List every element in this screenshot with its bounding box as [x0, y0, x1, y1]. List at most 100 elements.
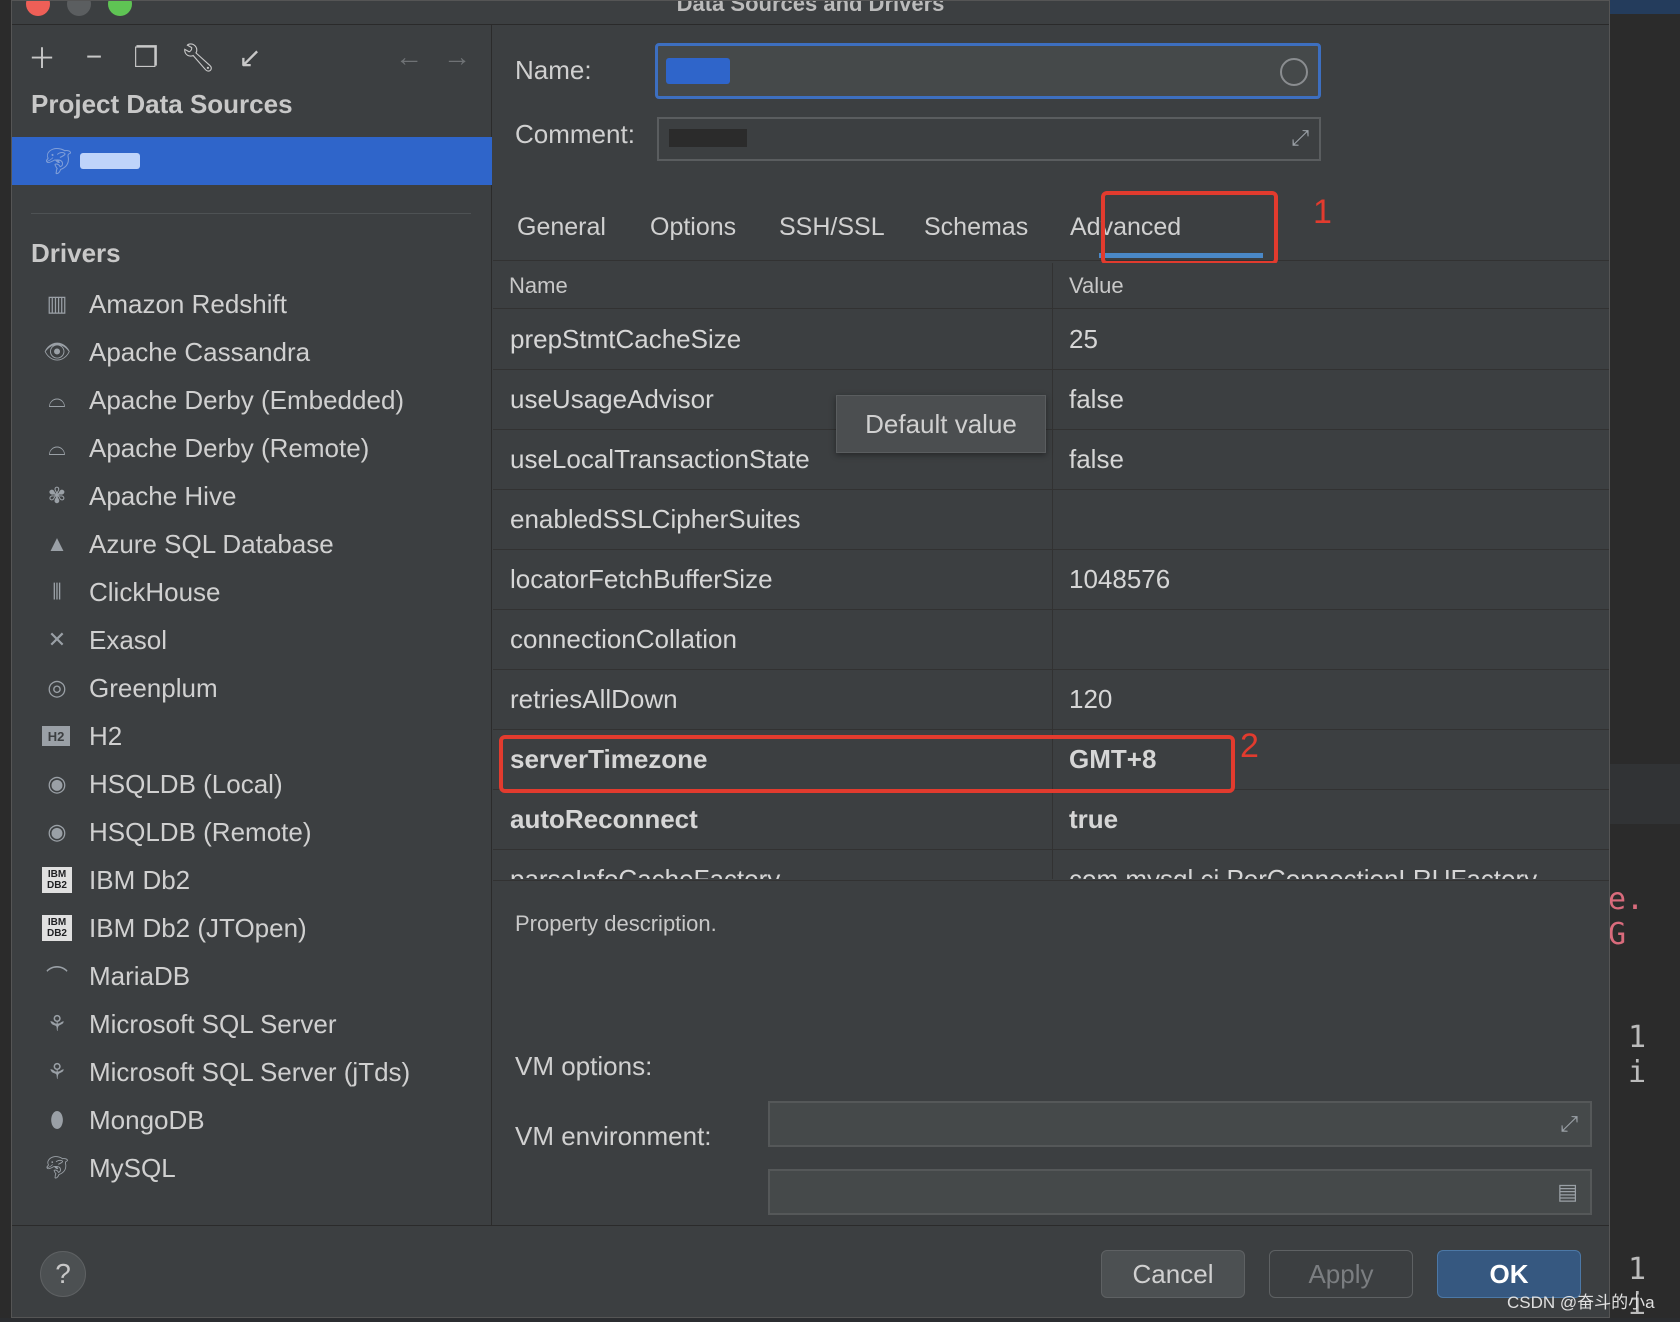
- driver-item[interactable]: H2H2: [12, 712, 492, 760]
- hat-icon: ⌓: [42, 385, 72, 415]
- table-row[interactable]: prepStmtCacheSize25: [493, 310, 1610, 370]
- table-row[interactable]: parseInfoCacheFactorycom.mysql.cj.PerCon…: [493, 850, 1610, 879]
- hat-icon: ⌓: [42, 433, 72, 463]
- ibm-db2-icon: IBMDB2: [42, 915, 72, 941]
- eye-icon: 👁︎: [42, 337, 72, 367]
- table-row[interactable]: retriesAllDown120: [493, 670, 1610, 730]
- arrow-right-icon[interactable]: →: [443, 41, 471, 73]
- driver-item[interactable]: ⌓Apache Derby (Embedded): [12, 376, 492, 424]
- expand-icon[interactable]: ⤢: [1560, 1111, 1578, 1137]
- sidebar-toolbar: ＋ − ❐ 🔧︎ ↙: [26, 37, 266, 77]
- vm-options-label: VM options:: [515, 1051, 652, 1082]
- project-data-sources-title: Project Data Sources: [31, 89, 293, 120]
- dolphin-icon: 🐬︎: [42, 146, 75, 177]
- tab-ssh-ssl[interactable]: SSH/SSL: [779, 213, 885, 242]
- hsqldb-icon: ◉: [42, 817, 72, 847]
- column-header-value[interactable]: Value: [1069, 273, 1124, 299]
- mssql-icon: ⚘: [42, 1057, 72, 1087]
- redacted-name-value: [666, 58, 730, 84]
- help-button[interactable]: ?: [40, 1251, 86, 1297]
- annotation-number: 1: [1313, 193, 1332, 232]
- window-title: Data Sources and Drivers: [12, 0, 1609, 17]
- annotation-box-server-timezone: [499, 735, 1235, 793]
- wrench-icon[interactable]: 🔧︎: [182, 41, 214, 73]
- name-label: Name:: [515, 55, 592, 86]
- driver-item[interactable]: ⦀ClickHouse: [12, 568, 492, 616]
- column-header-name[interactable]: Name: [509, 273, 568, 299]
- sidebar-divider: [31, 213, 471, 214]
- watermark: CSDN @奋斗的小a: [1507, 1288, 1655, 1313]
- leaf-icon: ⬮: [42, 1105, 72, 1135]
- property-description: Property description.: [515, 911, 717, 937]
- drivers-list: ▥Amazon Redshift 👁︎Apache Cassandra ⌓Apa…: [12, 280, 492, 1192]
- redshift-icon: ▥: [42, 289, 72, 319]
- drivers-title: Drivers: [31, 238, 121, 269]
- table-row[interactable]: autoReconnecttrue: [493, 790, 1610, 850]
- driver-item[interactable]: ⚘Microsoft SQL Server (jTds): [12, 1048, 492, 1096]
- driver-item[interactable]: 👁︎Apache Cassandra: [12, 328, 492, 376]
- driver-item[interactable]: ⌒MariaDB: [12, 952, 492, 1000]
- clickhouse-icon: ⦀: [42, 577, 72, 607]
- ide-editor-background: [1610, 0, 1680, 1318]
- plus-icon[interactable]: ＋: [26, 41, 58, 73]
- document-icon[interactable]: ▤: [1557, 1179, 1578, 1205]
- seal-icon: ⌒: [42, 961, 72, 991]
- tab-schemas[interactable]: Schemas: [924, 213, 1028, 242]
- driver-item[interactable]: IBMDB2IBM Db2: [12, 856, 492, 904]
- driver-item[interactable]: ◎Greenplum: [12, 664, 492, 712]
- expand-icon[interactable]: ⤢: [1291, 125, 1309, 151]
- driver-item[interactable]: ⬮MongoDB: [12, 1096, 492, 1144]
- annotation-number: 2: [1240, 727, 1259, 766]
- selected-data-source[interactable]: 🐬︎: [12, 137, 492, 185]
- ide-code-snippet: e. G: [1608, 882, 1680, 952]
- history-navigation: ← →: [395, 41, 471, 73]
- redacted-comment-value: [669, 129, 747, 147]
- dolphin-icon: 🐬︎: [42, 1153, 72, 1183]
- apply-button[interactable]: Apply: [1269, 1250, 1413, 1298]
- driver-item[interactable]: 🐬︎MySQL: [12, 1144, 492, 1192]
- details-panel: Name: Comment: ⤢ General Options SSH/SSL…: [493, 25, 1610, 1225]
- copy-icon[interactable]: ❐: [130, 41, 162, 73]
- table-row[interactable]: enabledSSLCipherSuites: [493, 490, 1610, 550]
- sidebar: ＋ − ❐ 🔧︎ ↙ ← → Project Data Sources 🐬︎ D…: [12, 25, 492, 1225]
- driver-item[interactable]: ✾Apache Hive: [12, 472, 492, 520]
- driver-item[interactable]: ✕Exasol: [12, 616, 492, 664]
- tab-options[interactable]: Options: [650, 213, 736, 242]
- tab-general[interactable]: General: [517, 213, 606, 242]
- import-icon[interactable]: ↙: [234, 41, 266, 73]
- driver-item[interactable]: ▲Azure SQL Database: [12, 520, 492, 568]
- driver-item[interactable]: ◉HSQLDB (Local): [12, 760, 492, 808]
- data-sources-dialog: Data Sources and Drivers ＋ − ❐ 🔧︎ ↙ ← → …: [11, 0, 1610, 1318]
- x-icon: ✕: [42, 625, 72, 655]
- ide-code-line: 1 i: [1628, 1020, 1680, 1090]
- default-value-tooltip: Default value: [836, 395, 1046, 453]
- vm-environment-label: VM environment:: [515, 1121, 712, 1152]
- redacted-source-name: [80, 153, 140, 169]
- table-row[interactable]: connectionCollation: [493, 610, 1610, 670]
- vm-environment-field[interactable]: ▤: [768, 1169, 1592, 1215]
- table-row[interactable]: useLocalTransactionStatefalse: [493, 430, 1610, 490]
- vm-options-field[interactable]: ⤢: [768, 1101, 1592, 1147]
- driver-item[interactable]: ⌓Apache Derby (Remote): [12, 424, 492, 472]
- arrow-left-icon[interactable]: ←: [395, 41, 423, 73]
- table-row[interactable]: locatorFetchBufferSize1048576: [493, 550, 1610, 610]
- table-row[interactable]: useUsageAdvisorfalse: [493, 370, 1610, 430]
- property-description-area: Property description. VM options: ⤢ VM e…: [493, 880, 1610, 1225]
- color-picker-icon[interactable]: [1280, 58, 1308, 86]
- tab-bar: General Options SSH/SSL Schemas Advanced: [493, 203, 1610, 261]
- ibm-db2-icon: IBMDB2: [42, 867, 72, 893]
- minus-icon[interactable]: −: [78, 41, 110, 73]
- cancel-button[interactable]: Cancel: [1101, 1250, 1245, 1298]
- title-bar: Data Sources and Drivers: [12, 1, 1609, 25]
- comment-label: Comment:: [515, 119, 635, 150]
- h2-icon: H2: [42, 726, 70, 746]
- mssql-icon: ⚘: [42, 1009, 72, 1039]
- comment-field[interactable]: ⤢: [657, 117, 1321, 161]
- name-field[interactable]: [655, 43, 1321, 99]
- driver-item[interactable]: IBMDB2IBM Db2 (JTOpen): [12, 904, 492, 952]
- driver-item[interactable]: ⚘Microsoft SQL Server: [12, 1000, 492, 1048]
- greenplum-icon: ◎: [42, 673, 72, 703]
- driver-item[interactable]: ▥Amazon Redshift: [12, 280, 492, 328]
- dialog-footer: ? Cancel Apply OK: [12, 1225, 1610, 1318]
- driver-item[interactable]: ◉HSQLDB (Remote): [12, 808, 492, 856]
